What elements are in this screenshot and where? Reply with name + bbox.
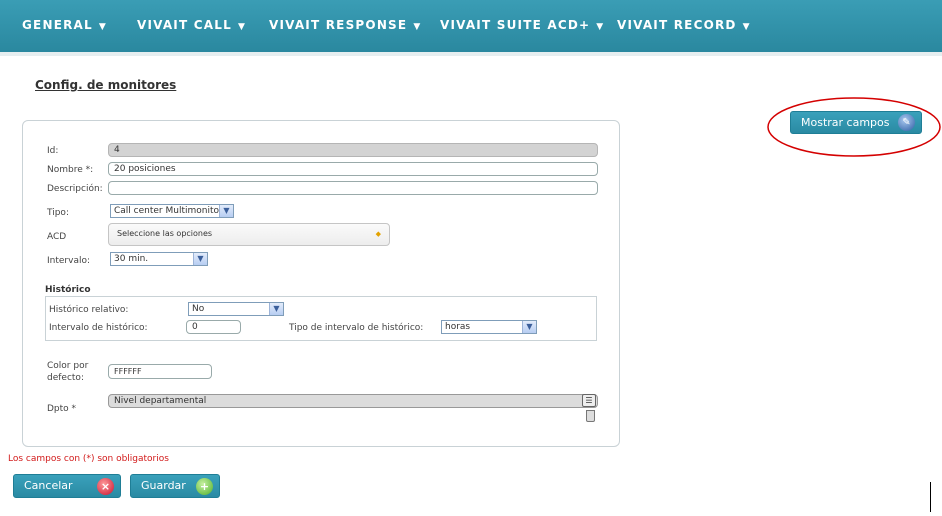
top-nav: GENERAL ▼ VIVAIT CALL ▼ VIVAIT RESPONSE ▼ V… [0,0,942,56]
nombre-field[interactable]: 20 posiciones [108,162,598,176]
intervalo-label: Intervalo: [47,256,91,266]
historico-intervalo-label: Intervalo de histórico: [49,323,148,333]
nav-vivait-call-label: VIVAIT CALL [137,18,232,32]
historico-tipo-value: horas [445,322,471,332]
tipo-label: Tipo: [47,208,69,218]
acd-value: Seleccione las opciones [117,229,213,238]
nav-vivait-call[interactable]: VIVAIT CALL ▼ [137,18,246,32]
color-label-line1: Color por [47,361,89,371]
nav-vivait-response-label: VIVAIT RESPONSE [269,18,408,32]
save-button[interactable]: Guardar + [130,474,220,498]
historico-tipo-label: Tipo de intervalo de histórico: [289,323,424,333]
historico-relativo-select[interactable]: No ▼ [188,302,284,316]
chevron-down-icon: ◆ [375,230,381,238]
add-icon: + [196,478,213,495]
id-label: Id: [47,146,59,156]
id-field: 4 [108,143,598,157]
tipo-select[interactable]: Call center Multimonitor ▼ [110,204,234,218]
trash-icon[interactable] [586,410,595,422]
chevron-down-icon: ▼ [98,22,107,32]
show-fields-button[interactable]: Mostrar campos ✎ [790,111,922,134]
dpto-field: Nivel departamental [108,394,598,408]
chevron-down-icon: ▼ [193,253,207,265]
dpto-label: Dpto * [47,404,77,414]
cancel-label: Cancelar [24,479,73,492]
nav-vivait-suite-acd-label: VIVAIT SUITE ACD+ [440,18,591,32]
cancel-button[interactable]: Cancelar × [13,474,121,498]
chevron-down-icon: ▼ [522,321,536,333]
nombre-label: Nombre *: [47,165,94,175]
nav-vivait-record-label: VIVAIT RECORD [617,18,737,32]
nav-vivait-suite-acd[interactable]: VIVAIT SUITE ACD+ ▼ [440,18,604,32]
cancel-icon: × [97,478,114,495]
show-fields-label: Mostrar campos [801,116,890,129]
historico-relativo-value: No [192,304,205,314]
historico-title: Histórico [45,285,91,295]
chevron-down-icon: ▼ [237,22,247,32]
descripcion-field[interactable] [108,181,598,195]
chevron-down-icon: ▼ [269,303,283,315]
acd-multiselect[interactable]: Seleccione las opciones ◆ [108,223,390,246]
historico-intervalo-field[interactable]: 0 [186,320,241,334]
text-cursor [930,482,931,512]
intervalo-value: 30 min. [114,254,149,264]
intervalo-select[interactable]: 30 min. ▼ [110,252,208,266]
chevron-down-icon: ▼ [413,22,422,32]
acd-label: ACD [47,232,67,242]
save-label: Guardar [141,479,186,492]
nav-vivait-record[interactable]: VIVAIT RECORD ▼ [617,18,751,32]
nav-vivait-response[interactable]: VIVAIT RESPONSE ▼ [269,18,421,32]
list-icon[interactable]: ☰ [582,394,596,407]
pencil-icon: ✎ [898,114,915,131]
chevron-down-icon: ▼ [596,22,605,32]
required-note: Los campos con (*) son obligatorios [8,454,169,464]
color-field[interactable]: FFFFFF [108,364,212,379]
color-label-line2: defecto: [47,373,84,383]
chevron-down-icon: ▼ [219,205,233,217]
historico-group [45,296,597,341]
tipo-value: Call center Multimonitor [114,206,223,216]
nav-general-label: GENERAL [22,18,93,32]
nav-general[interactable]: GENERAL ▼ [22,18,107,32]
descripcion-label: Descripción: [47,184,103,194]
page-title: Config. de monitores [35,78,177,92]
chevron-down-icon: ▼ [742,22,751,32]
historico-tipo-select[interactable]: horas ▼ [441,320,537,334]
historico-relativo-label: Histórico relativo: [49,305,129,315]
